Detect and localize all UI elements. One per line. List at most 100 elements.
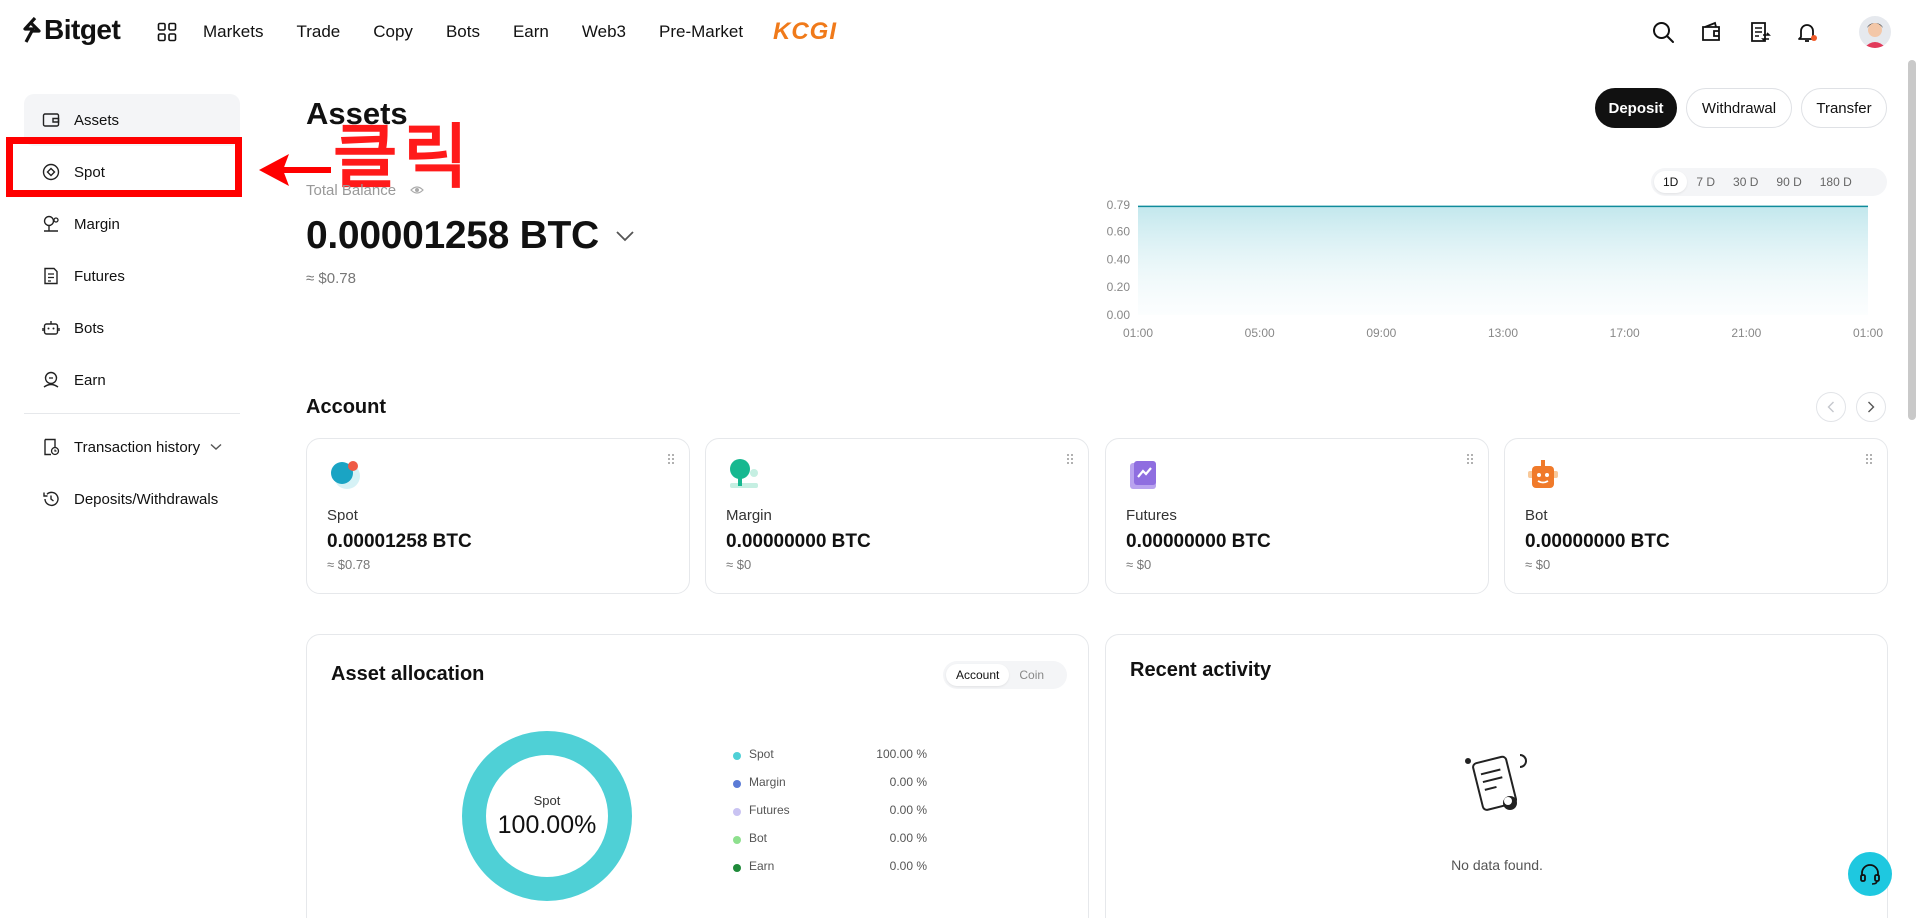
nav-copy[interactable]: Copy bbox=[373, 22, 413, 42]
page-scrollbar[interactable] bbox=[1908, 60, 1916, 420]
kcgi-promo-logo[interactable]: KCGI bbox=[773, 18, 837, 46]
annotation-highlight-box bbox=[6, 137, 242, 197]
total-balance-usd: ≈ $0.78 bbox=[306, 270, 356, 287]
y-tick-label: 0.79 bbox=[1107, 198, 1131, 212]
account-card-name: Futures bbox=[1126, 507, 1177, 524]
carousel-prev-button[interactable] bbox=[1816, 392, 1846, 422]
avatar[interactable] bbox=[1859, 16, 1891, 48]
account-card-name: Bot bbox=[1525, 507, 1548, 524]
nav-web3[interactable]: Web3 bbox=[582, 22, 626, 42]
legend-percent: 0.00 % bbox=[889, 831, 927, 845]
empty-document-icon bbox=[1465, 754, 1527, 811]
asset-allocation-title: Asset allocation bbox=[331, 663, 485, 685]
legend-item: Bot 0.00 % bbox=[727, 831, 927, 859]
nav-markets[interactable]: Markets bbox=[203, 22, 263, 42]
account-card-usd: ≈ $0 bbox=[726, 557, 752, 572]
recent-activity-title: Recent activity bbox=[1130, 659, 1272, 681]
sidebar-item-earn[interactable]: Earn bbox=[24, 354, 240, 406]
y-tick-label: 0.40 bbox=[1107, 252, 1131, 266]
support-chat-button[interactable] bbox=[1848, 852, 1892, 896]
account-card-value: 0.00000000 BTC bbox=[1126, 531, 1271, 552]
sidebar-item-label: Margin bbox=[74, 215, 120, 233]
drag-handle-icon[interactable] bbox=[667, 453, 675, 465]
donut-center-percent: 100.00% bbox=[497, 811, 597, 839]
clock-back-icon bbox=[43, 491, 59, 507]
legend-percent: 0.00 % bbox=[889, 803, 927, 817]
futures-icon bbox=[44, 267, 58, 285]
search-icon[interactable] bbox=[1651, 20, 1675, 44]
account-card-margin[interactable]: Margin 0.00000000 BTC ≈ $0 bbox=[705, 438, 1089, 594]
account-card-value: 0.00001258 BTC bbox=[327, 531, 472, 552]
nav-bots[interactable]: Bots bbox=[446, 22, 480, 42]
wallet-icon bbox=[42, 113, 60, 127]
legend-dot bbox=[733, 864, 741, 872]
legend-percent: 100.00 % bbox=[876, 747, 927, 761]
legend-name: Margin bbox=[749, 775, 786, 789]
account-card-usd: ≈ $0.78 bbox=[327, 557, 371, 572]
legend-dot bbox=[733, 752, 741, 760]
account-card-value: 0.00000000 BTC bbox=[726, 531, 871, 552]
bitget-logo[interactable]: Bitget bbox=[22, 14, 121, 46]
withdrawal-button[interactable]: Withdrawal bbox=[1686, 88, 1792, 128]
recent-activity-panel: Recent activity No data found. bbox=[1105, 634, 1888, 918]
legend-percent: 0.00 % bbox=[889, 859, 927, 873]
sidebar-item-bots[interactable]: Bots bbox=[24, 302, 240, 354]
margin-icon bbox=[43, 215, 59, 232]
total-balance-label: Total Balance bbox=[306, 182, 397, 199]
account-card-futures[interactable]: Futures 0.00000000 BTC ≈ $0 bbox=[1105, 438, 1489, 594]
y-tick-label: 0.00 bbox=[1107, 308, 1131, 322]
chevron-right-icon bbox=[1868, 401, 1875, 413]
account-card-spot[interactable]: Spot 0.00001258 BTC ≈ $0.78 bbox=[306, 438, 690, 594]
orders-icon[interactable] bbox=[1748, 20, 1772, 44]
carousel-next-button[interactable] bbox=[1856, 392, 1886, 422]
drag-handle-icon[interactable] bbox=[1066, 453, 1074, 465]
account-section-title: Account bbox=[306, 396, 386, 418]
account-card-bot[interactable]: Bot 0.00000000 BTC ≈ $0 bbox=[1504, 438, 1888, 594]
nav-pre-market[interactable]: Pre-Market bbox=[659, 22, 743, 42]
sidebar-item-label: Transaction history bbox=[74, 438, 201, 456]
allocation-tab-account[interactable]: Account bbox=[946, 664, 1010, 686]
nav-earn[interactable]: Earn bbox=[513, 22, 549, 42]
nav-trade[interactable]: Trade bbox=[296, 22, 340, 42]
legend-item: Spot 100.00 % bbox=[727, 747, 927, 775]
sidebar-item-margin[interactable]: Margin bbox=[24, 198, 240, 250]
legend-name: Spot bbox=[749, 747, 774, 761]
transfer-button[interactable]: Transfer bbox=[1801, 88, 1887, 128]
history-doc-icon bbox=[44, 438, 60, 456]
chevron-down-icon[interactable] bbox=[615, 230, 635, 242]
page-title: Assets bbox=[306, 96, 408, 131]
empty-state-text: No data found. bbox=[1451, 857, 1543, 873]
x-tick-label: 09:00 bbox=[1366, 326, 1396, 340]
eye-icon[interactable] bbox=[410, 184, 424, 196]
deposit-button[interactable]: Deposit bbox=[1595, 88, 1677, 128]
legend-name: Bot bbox=[749, 831, 768, 845]
asset-allocation-panel: Asset allocation Account Coin Spot 100.0… bbox=[306, 634, 1089, 918]
futures-account-icon bbox=[1130, 461, 1156, 489]
y-tick-label: 0.60 bbox=[1107, 224, 1131, 238]
top-nav: Bitget Markets Trade Copy Bots Earn Web3… bbox=[0, 0, 1920, 64]
sidebar-item-deposits-withdrawals[interactable]: Deposits/Withdrawals bbox=[24, 473, 240, 525]
apps-grid-icon[interactable] bbox=[157, 22, 177, 42]
spot-account-icon bbox=[331, 461, 360, 489]
allocation-tab-coin[interactable]: Coin bbox=[1009, 664, 1054, 686]
earn-icon bbox=[43, 371, 59, 388]
legend-item: Earn 0.00 % bbox=[727, 859, 927, 887]
sidebar-item-label: Earn bbox=[74, 371, 106, 389]
sidebar-divider bbox=[24, 413, 240, 414]
account-card-usd: ≈ $0 bbox=[1126, 557, 1152, 572]
sidebar-item-futures[interactable]: Futures bbox=[24, 250, 240, 302]
wallet-icon[interactable] bbox=[1700, 20, 1724, 44]
account-card-name: Margin bbox=[726, 507, 772, 524]
sidebar-item-label: Bots bbox=[74, 319, 105, 337]
legend-percent: 0.00 % bbox=[889, 775, 927, 789]
bell-icon[interactable] bbox=[1795, 20, 1819, 44]
drag-handle-icon[interactable] bbox=[1466, 453, 1474, 465]
total-balance-value: 0.00001258 BTC bbox=[306, 214, 599, 257]
account-card-usd: ≈ $0 bbox=[1525, 557, 1551, 572]
drag-handle-icon[interactable] bbox=[1865, 453, 1873, 465]
x-tick-label: 21:00 bbox=[1731, 326, 1761, 340]
chevron-down-icon[interactable] bbox=[210, 443, 222, 451]
balance-chart: 0.79 0.60 0.40 0.20 0.00 01:00 05:00 09:00 13:0… bbox=[1107, 198, 1884, 340]
x-tick-label: 13:00 bbox=[1488, 326, 1518, 340]
sidebar-item-transaction-history[interactable]: Transaction history bbox=[24, 421, 240, 473]
